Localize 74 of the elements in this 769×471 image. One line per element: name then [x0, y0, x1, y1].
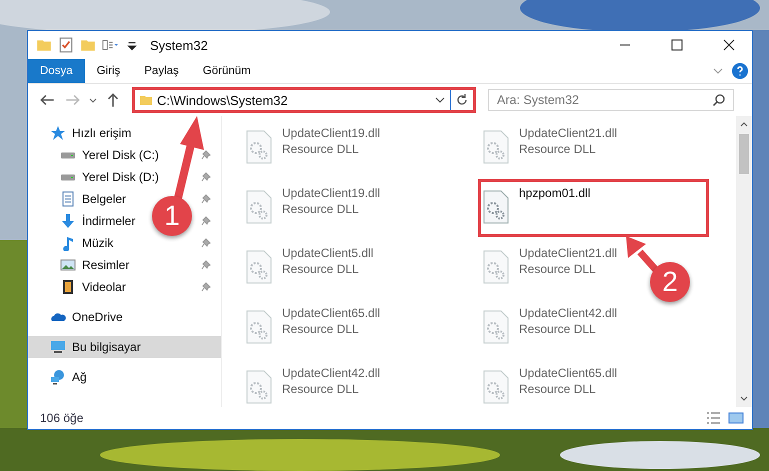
ribbon-tab[interactable]: Paylaş — [132, 59, 191, 83]
annotation-arrow — [626, 236, 659, 272]
file-gear-icon[interactable] — [483, 310, 509, 344]
star-icon — [50, 125, 66, 141]
ribbon-tab[interactable]: Giriş — [84, 59, 132, 83]
file-name[interactable]: UpdateClient42.dll — [282, 366, 380, 380]
item-count: 106 öğe — [40, 411, 84, 425]
file-gear-icon[interactable] — [483, 190, 509, 224]
pin-icon[interactable] — [201, 150, 211, 160]
properties-icon[interactable] — [102, 37, 118, 53]
sidebar-item[interactable]: İndirmeler — [28, 210, 140, 232]
file-gear-icon[interactable] — [246, 250, 272, 284]
file-gear-icon[interactable] — [483, 370, 509, 404]
sidebar-item[interactable]: Ağ — [28, 366, 221, 388]
pin-icon[interactable] — [201, 238, 211, 248]
search-field[interactable]: Ara: System32 — [488, 89, 734, 111]
network-icon — [50, 369, 66, 385]
pin-icon[interactable] — [201, 260, 211, 270]
file-type: Resource DLL — [519, 322, 597, 336]
file-gear-icon[interactable] — [246, 190, 272, 224]
monitor-icon — [50, 339, 66, 355]
download-icon — [60, 213, 76, 229]
pin-icon[interactable] — [201, 216, 211, 226]
sidebar-item[interactable]: Videolar — [28, 276, 130, 298]
address-bar[interactable]: C:\Windows\System32 — [132, 87, 476, 113]
file-type: Resource DLL — [519, 262, 597, 276]
drive-icon — [60, 174, 76, 180]
pin-icon[interactable] — [201, 194, 211, 204]
thumbnail-view-icon[interactable] — [728, 411, 744, 425]
file-name[interactable]: UpdateClient65.dll — [519, 366, 618, 380]
file-name[interactable]: UpdateClient19.dll — [282, 186, 380, 200]
file-type: Resource DLL — [282, 322, 360, 336]
sidebar-item[interactable]: Yerel Disk (C:) — [28, 144, 163, 166]
help-icon[interactable] — [732, 63, 748, 79]
document-icon — [60, 191, 76, 207]
film-icon — [60, 279, 76, 295]
file-name[interactable]: hpzpom01.dll — [519, 186, 590, 200]
sidebar-item[interactable]: OneDrive — [28, 306, 221, 328]
sidebar-item[interactable]: Bu bilgisayar — [28, 336, 221, 358]
image-icon — [60, 257, 76, 273]
sidebar-item[interactable]: Belgeler — [28, 188, 130, 210]
checklist-icon[interactable] — [58, 37, 74, 53]
file-type: Resource DLL — [519, 382, 597, 396]
file-type: Resource DLL — [282, 142, 360, 156]
search-icon[interactable] — [712, 93, 726, 107]
sidebar-item[interactable]: Yerel Disk (D:) — [28, 166, 163, 188]
sidebar-item[interactable]: Müzik — [28, 232, 118, 254]
file-type: Resource DLL — [282, 382, 360, 396]
file-type: Resource DLL — [282, 262, 360, 276]
file-name[interactable]: UpdateClient65.dll — [282, 306, 380, 320]
file-name[interactable]: UpdateClient21.dll — [519, 126, 618, 140]
pin-icon[interactable] — [201, 172, 211, 182]
file-name[interactable]: UpdateClient19.dll — [282, 126, 380, 140]
sidebar-item[interactable]: Hızlı erişim — [28, 122, 221, 144]
window-title: System32 — [150, 38, 208, 52]
file-type: Resource DLL — [519, 142, 597, 156]
details-view-icon[interactable] — [706, 411, 722, 425]
file-gear-icon[interactable] — [246, 130, 272, 164]
file-name[interactable]: UpdateClient42.dll — [519, 306, 618, 320]
file-name[interactable]: UpdateClient21.dll — [519, 246, 618, 260]
scroll-thumb[interactable] — [739, 134, 749, 174]
file-name[interactable]: UpdateClient5.dll — [282, 246, 374, 260]
pin-icon[interactable] — [201, 282, 211, 292]
scrollbar[interactable] — [736, 116, 752, 407]
file-gear-icon[interactable] — [246, 370, 272, 404]
ribbon-tab[interactable]: Dosya — [28, 59, 85, 83]
ribbon-tab[interactable]: Görünüm — [190, 59, 263, 83]
drive-icon — [60, 152, 76, 158]
file-type: Resource DLL — [282, 202, 360, 216]
music-note-icon — [60, 235, 76, 251]
file-gear-icon[interactable] — [483, 250, 509, 284]
sidebar-item[interactable]: Resimler — [28, 254, 134, 276]
file-gear-icon[interactable] — [246, 310, 272, 344]
file-gear-icon[interactable] — [483, 130, 509, 164]
